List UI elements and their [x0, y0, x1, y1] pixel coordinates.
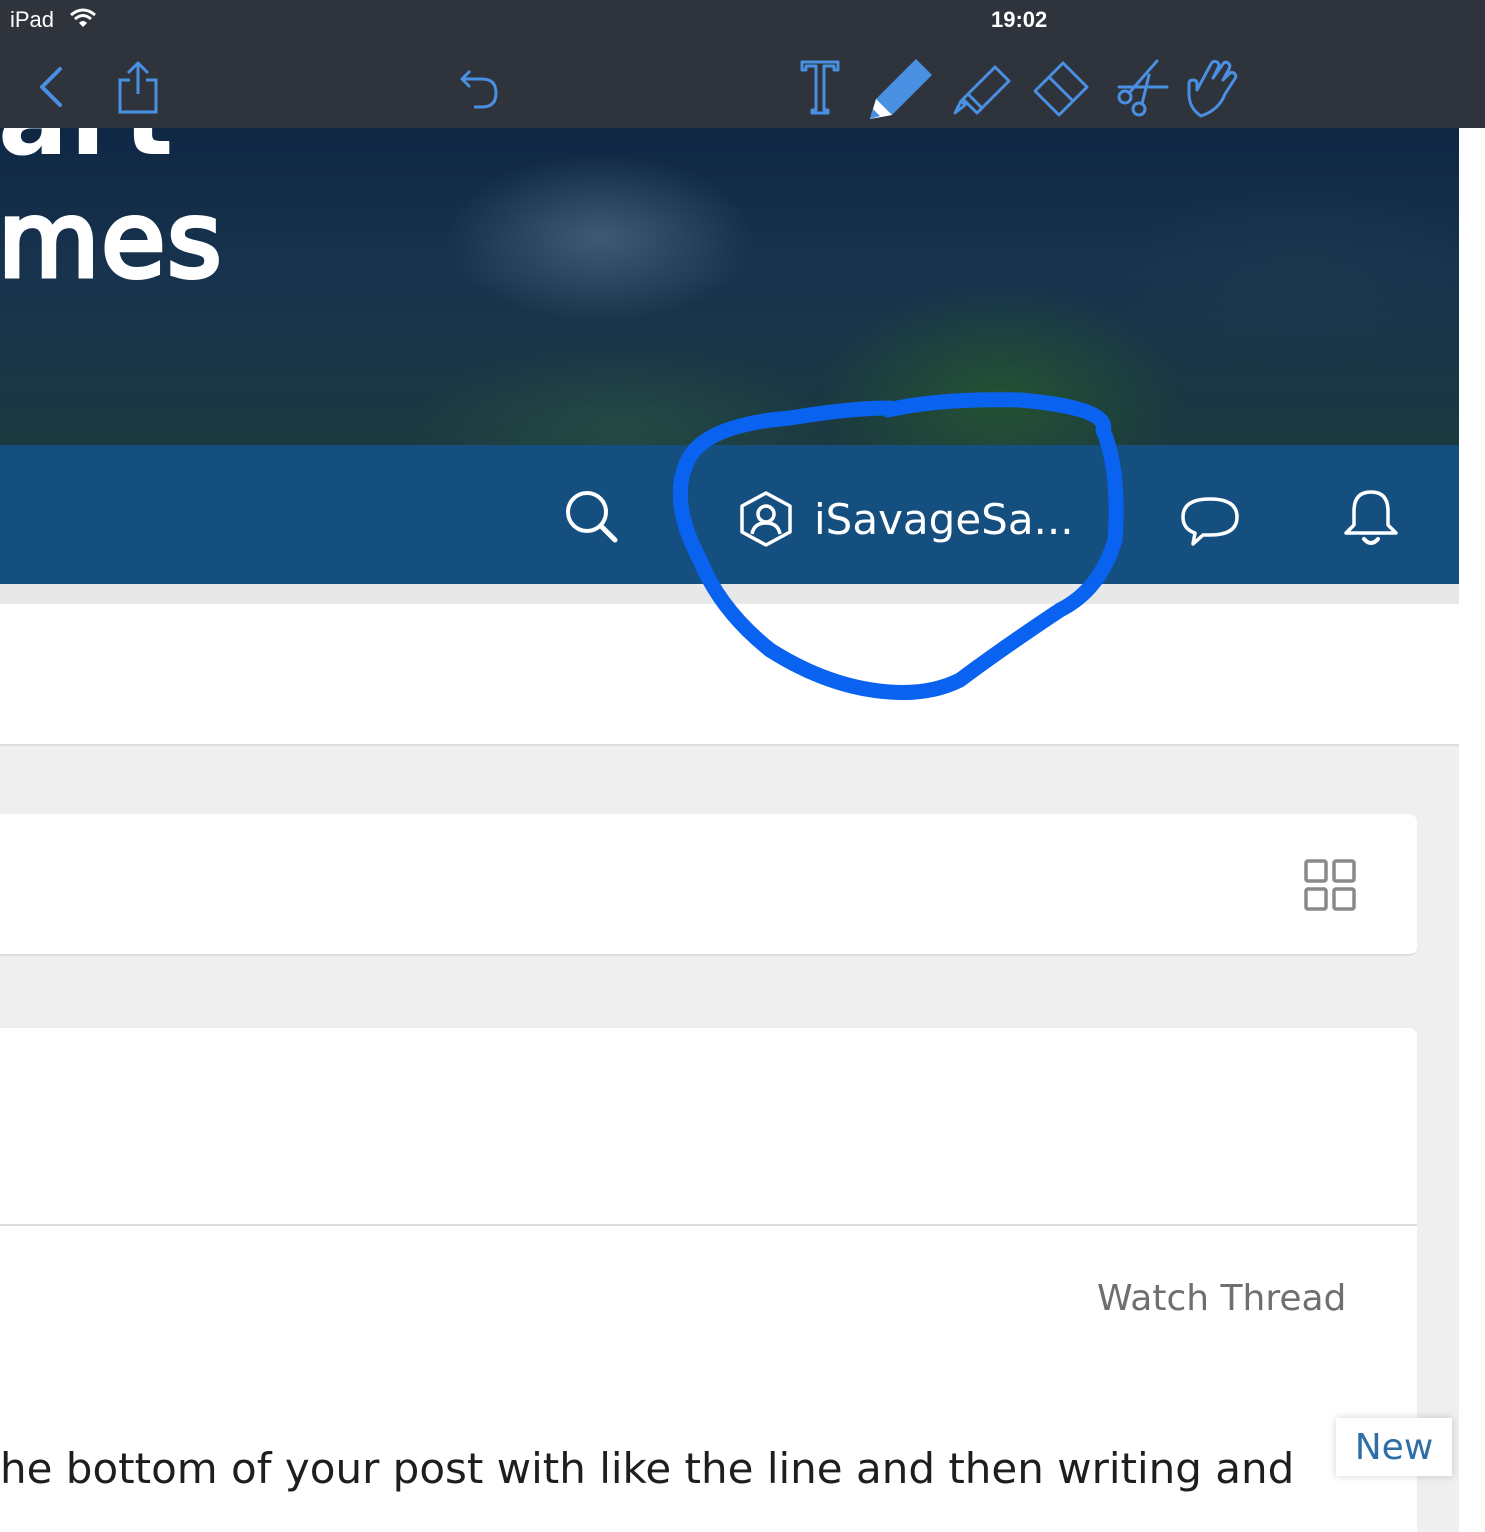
pen-tool-button[interactable]: [862, 50, 936, 124]
highlighter-tool-button[interactable]: [945, 50, 1019, 124]
lasso-scissors-icon: [1117, 59, 1169, 117]
grid-icon: [1304, 859, 1356, 911]
thread-post-card: Watch Thread he bottom of your post with…: [0, 1028, 1417, 1532]
new-posts-badge[interactable]: New: [1336, 1418, 1452, 1476]
view-toggle-button[interactable]: [1304, 859, 1356, 915]
highlighter-tool-icon: [953, 65, 1011, 115]
site-banner: art mes: [0, 128, 1459, 445]
search-button[interactable]: [563, 488, 619, 544]
device-name: iPad: [10, 7, 55, 32]
back-icon: [40, 67, 62, 107]
lasso-scissors-button[interactable]: [1104, 50, 1178, 124]
post-body-text: he bottom of your post with like the lin…: [0, 1444, 1295, 1493]
conversations-button[interactable]: [1179, 495, 1241, 547]
share-icon: [118, 61, 158, 114]
eraser-tool-icon: [1033, 61, 1089, 117]
card-divider: [0, 1224, 1417, 1226]
breadcrumb-area: [0, 604, 1459, 746]
undo-icon: [460, 69, 498, 109]
markup-toolbar: [0, 42, 1485, 129]
account-menu-button[interactable]: iSavageSa...: [736, 490, 1074, 548]
site-navbar: iSavageSa...: [0, 445, 1459, 584]
share-button[interactable]: [101, 50, 175, 124]
status-bar: iPad 19:02: [0, 0, 1485, 42]
status-time: 19:02: [991, 7, 1048, 32]
undo-button[interactable]: [443, 50, 517, 124]
page-right-gutter: [1459, 128, 1485, 1532]
back-button[interactable]: [14, 50, 88, 124]
search-icon: [566, 491, 618, 543]
banner-title-partial-bottom: mes: [0, 179, 224, 301]
forum-page: art mes iSavageSa...: [0, 128, 1459, 1532]
touch-hand-icon: [1187, 59, 1238, 118]
wifi-icon: [70, 8, 96, 32]
watch-thread-link[interactable]: Watch Thread: [1097, 1278, 1346, 1319]
account-username: iSavageSa...: [814, 494, 1074, 544]
banner-title-partial-top: art: [0, 128, 175, 170]
thread-header-card: [0, 814, 1417, 956]
sub-navigation-bar: [0, 584, 1459, 604]
pen-tool-icon: [870, 59, 932, 119]
touch-hand-button[interactable]: [1176, 50, 1250, 124]
text-tool-icon: [800, 60, 840, 115]
alerts-button[interactable]: [1340, 487, 1402, 549]
bell-icon: [1344, 490, 1398, 545]
text-tool-button[interactable]: [783, 50, 857, 124]
chat-bubble-icon: [1181, 497, 1239, 546]
user-avatar-icon: [740, 491, 792, 547]
eraser-tool-button[interactable]: [1024, 50, 1098, 124]
